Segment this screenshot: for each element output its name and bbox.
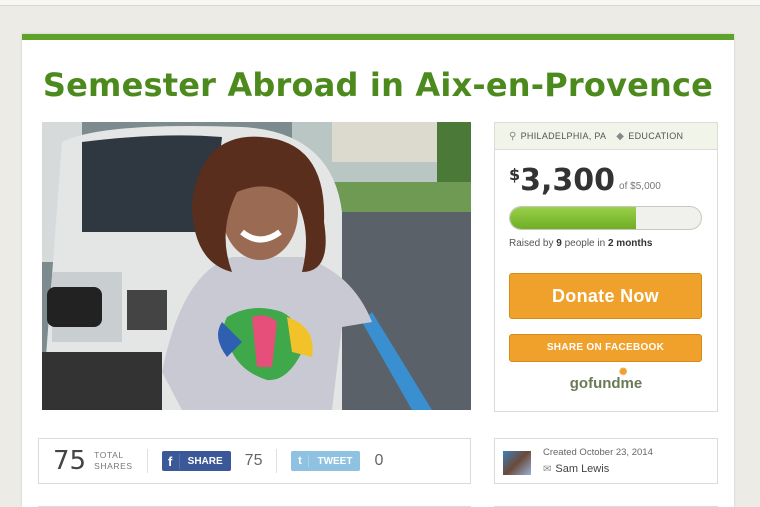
sun-icon: ✺	[619, 367, 628, 378]
creator-name-text: Sam Lewis	[555, 463, 610, 475]
campaign-category[interactable]: EDUCATION	[628, 131, 683, 141]
raised-summary: Raised by 9 people in 2 months	[509, 238, 652, 249]
campaign-photo[interactable]	[42, 122, 471, 410]
browser-top-strip	[0, 0, 760, 6]
divider	[276, 449, 278, 473]
campaign-title: Semester Abroad in Aix-en-Provence	[42, 66, 714, 104]
raised-duration: 2 months	[607, 238, 653, 249]
twitter-icon: t	[291, 455, 310, 467]
raised-prefix: Raised by	[509, 238, 557, 249]
progress-fill	[510, 207, 637, 229]
tweet-count: 0	[374, 452, 384, 469]
campaign-location[interactable]: PHILADELPHIA, PA	[521, 131, 607, 141]
created-date: Created October 23, 2014	[543, 447, 653, 458]
facebook-share-button[interactable]: f SHARE	[161, 451, 231, 471]
currency-symbol: $	[509, 165, 521, 184]
total-label-line1: TOTAL	[94, 450, 124, 460]
raised-amount-value: 3,300	[520, 163, 616, 198]
creator-name[interactable]: ✉ Sam Lewis	[543, 463, 609, 475]
share-on-facebook-button[interactable]: SHARE ON FACEBOOK	[509, 334, 702, 362]
creator-panel: Created October 23, 2014 ✉ Sam Lewis	[494, 438, 718, 484]
gofundme-logo-text: gofundme	[569, 375, 643, 392]
gofundme-logo[interactable]: ✺ gofundme	[495, 367, 717, 392]
donation-panel: ⚲ PHILADELPHIA, PA ◆ EDUCATION $3,300 of…	[494, 122, 718, 412]
facebook-share-count: 75	[244, 452, 263, 469]
total-shares-count: 75	[53, 446, 87, 476]
campaign-card: Semester Abroad in Aix-en-Provence ⚲ PHI…	[22, 34, 734, 507]
goal-text: of $5,000	[619, 181, 661, 192]
total-label-line2: SHARES	[94, 461, 133, 471]
tweet-button[interactable]: t TWEET	[291, 451, 361, 471]
tag-icon: ◆	[616, 130, 625, 142]
total-shares-label: TOTAL SHARES	[94, 450, 133, 472]
share-bar: 75 TOTAL SHARES f SHARE 75 t TWEET 0	[38, 438, 471, 484]
divider	[146, 449, 148, 473]
map-pin-icon: ⚲	[509, 130, 517, 142]
campaign-meta: ⚲ PHILADELPHIA, PA ◆ EDUCATION	[495, 123, 717, 150]
raised-amount: $3,300	[509, 163, 615, 198]
campaign-photo-image	[42, 122, 471, 410]
tweet-label: TWEET	[317, 455, 353, 467]
raised-mid: people in	[561, 238, 608, 249]
facebook-icon: f	[162, 453, 180, 469]
envelope-icon: ✉	[543, 464, 552, 475]
facebook-share-label: SHARE	[187, 455, 223, 467]
amount-row: $3,300 of $5,000	[509, 163, 661, 198]
avatar[interactable]	[503, 451, 531, 475]
progress-bar	[509, 206, 702, 230]
donate-now-button[interactable]: Donate Now	[509, 273, 702, 319]
